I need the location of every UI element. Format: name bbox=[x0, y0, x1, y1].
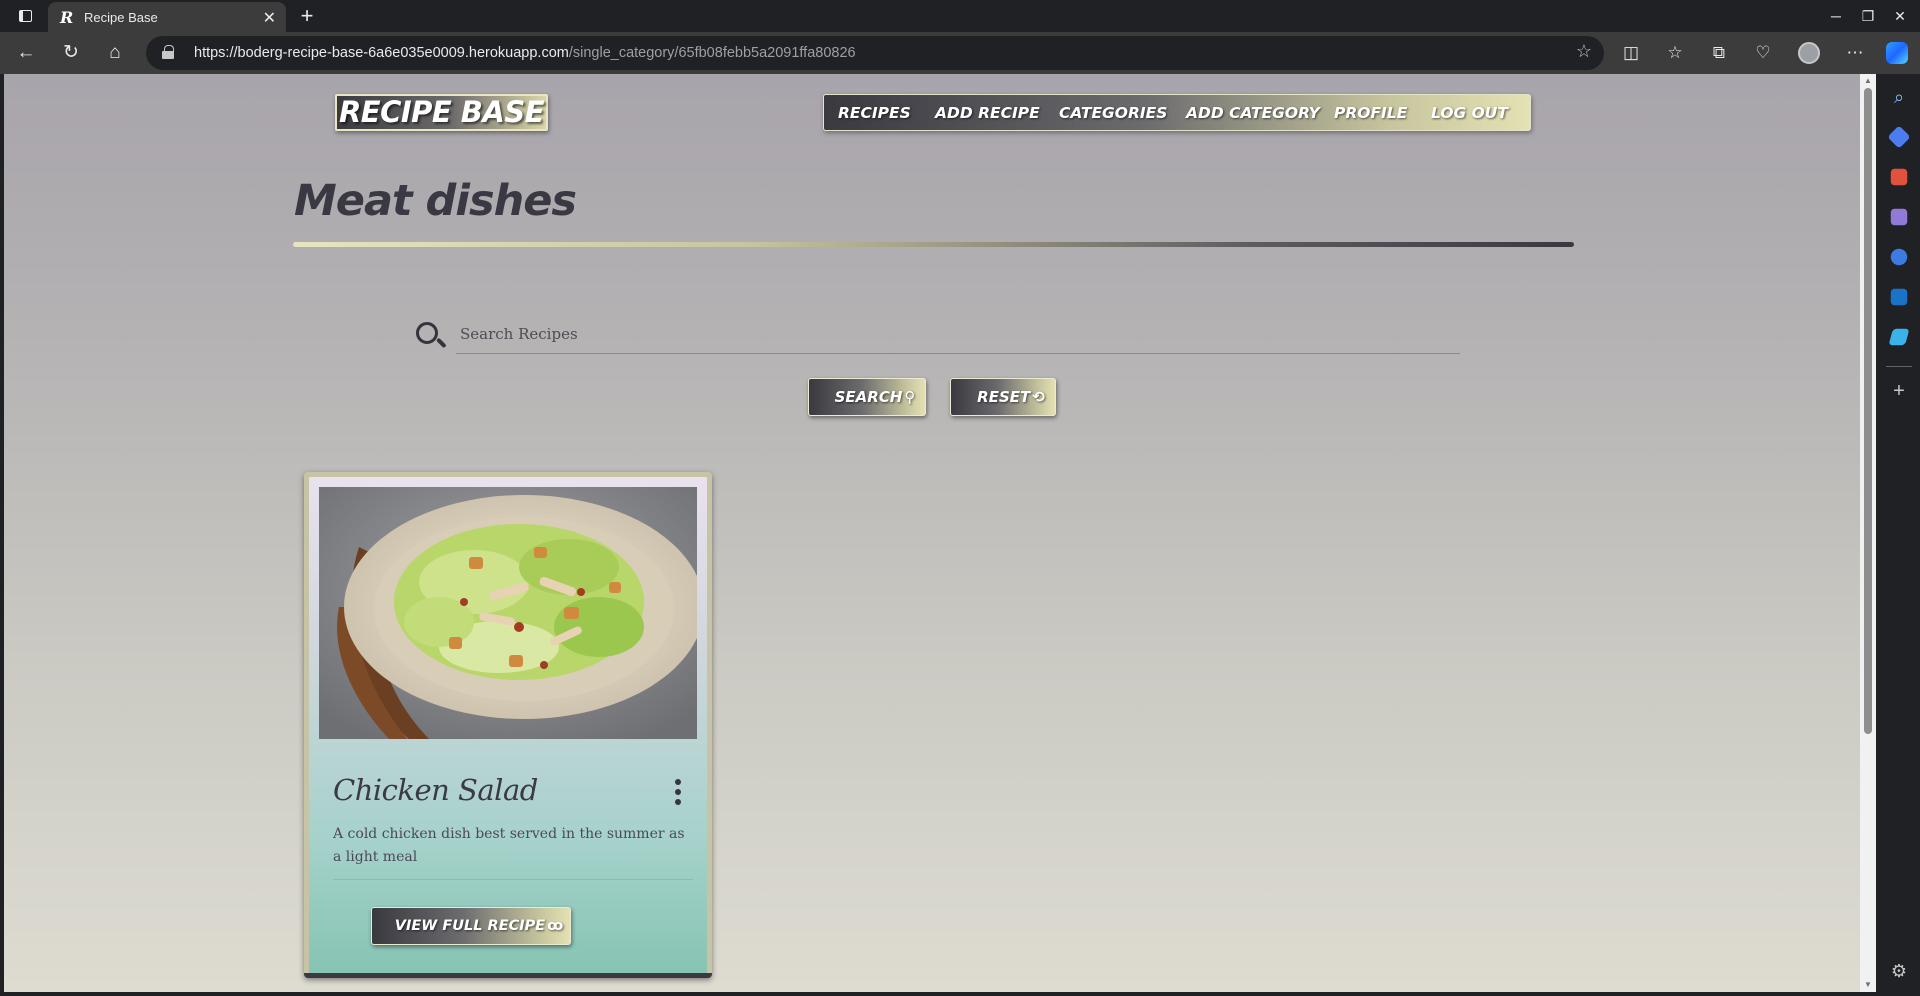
page-title: Meat dishes bbox=[294, 176, 577, 226]
home-icon[interactable]: ⌂ bbox=[101, 40, 129, 66]
copilot-icon[interactable] bbox=[1886, 42, 1908, 64]
scrollbar-thumb[interactable] bbox=[1864, 88, 1872, 734]
main-nav: RECIPES ADD RECIPE CATEGORIES ADD CATEGO… bbox=[823, 94, 1531, 131]
url-host: https://boderg-recipe-base-6a6e035e0009.… bbox=[194, 45, 569, 61]
drop-icon[interactable] bbox=[1888, 328, 1910, 346]
add-sidebar-app-icon[interactable]: + bbox=[1888, 380, 1910, 402]
edge-sidebar: ⌕ + ⚙ bbox=[1878, 74, 1920, 996]
nav-recipes[interactable]: RECIPES bbox=[838, 104, 911, 122]
tab-actions-button[interactable] bbox=[12, 6, 38, 26]
search-button[interactable]: SEARCH ⚲ bbox=[808, 378, 926, 416]
reset-button[interactable]: RESET ⟲ bbox=[950, 378, 1056, 416]
salad-photo bbox=[319, 487, 697, 739]
search-input[interactable] bbox=[456, 314, 1460, 354]
tools-icon[interactable] bbox=[1890, 168, 1908, 186]
browser-toolbar: ← ↻ ⌂ https://boderg-recipe-base-6a6e035… bbox=[0, 32, 1920, 74]
close-window-button[interactable]: ✕ bbox=[1882, 4, 1918, 28]
games-icon[interactable] bbox=[1890, 208, 1908, 226]
tab-title: Recipe Base bbox=[84, 10, 158, 25]
nav-add-category[interactable]: ADD CATEGORY bbox=[1186, 104, 1320, 122]
browser-tab[interactable]: R Recipe Base ✕ bbox=[48, 2, 286, 32]
search-icon bbox=[416, 322, 447, 352]
microsoft-365-icon[interactable] bbox=[1890, 248, 1908, 266]
view-full-recipe-button[interactable]: VIEW FULL RECIPE ꝏ bbox=[371, 907, 571, 945]
recipe-card: Chicken Salad A cold chicken dish best s… bbox=[304, 472, 712, 978]
minimize-button[interactable]: ─ bbox=[1818, 4, 1854, 28]
card-menu-icon[interactable] bbox=[671, 779, 685, 805]
profile-avatar[interactable] bbox=[1798, 42, 1820, 64]
recipe-description: A cold chicken dish best served in the s… bbox=[333, 826, 685, 865]
split-screen-icon[interactable]: ◫ bbox=[1617, 40, 1645, 66]
sidebar-settings-icon[interactable]: ⚙ bbox=[1888, 960, 1910, 982]
url-path: /single_category/65fb08febb5a2091ffa8082… bbox=[568, 45, 856, 61]
back-icon[interactable]: ← bbox=[12, 40, 40, 66]
refresh-icon[interactable]: ↻ bbox=[57, 40, 85, 66]
nav-add-recipe[interactable]: ADD RECIPE bbox=[935, 104, 1040, 122]
site-logo[interactable]: RECIPE BASE bbox=[335, 94, 548, 131]
search-button-icon: ⚲ bbox=[904, 388, 916, 406]
tab-close-icon[interactable]: ✕ bbox=[263, 8, 276, 28]
page-viewport: RECIPE BASE RECIPES ADD RECIPE CATEGORIE… bbox=[4, 74, 1860, 992]
shopping-tag-icon[interactable] bbox=[1887, 125, 1911, 149]
title-divider bbox=[293, 242, 1574, 247]
scroll-down-icon[interactable]: ▼ bbox=[1863, 980, 1873, 990]
nav-categories[interactable]: CATEGORIES bbox=[1059, 104, 1167, 122]
browser-tab-bar: R Recipe Base ✕ + ─ ❐ ✕ bbox=[0, 0, 1920, 32]
reset-button-icon: ⟲ bbox=[1032, 388, 1045, 406]
new-tab-button[interactable]: + bbox=[294, 3, 320, 29]
nav-profile[interactable]: PROFILE bbox=[1334, 104, 1407, 122]
restore-button[interactable]: ❐ bbox=[1850, 4, 1886, 28]
lock-icon[interactable] bbox=[162, 45, 174, 59]
scroll-up-icon[interactable]: ▲ bbox=[1863, 76, 1873, 86]
outlook-icon[interactable] bbox=[1890, 288, 1908, 306]
browser-essentials-icon[interactable]: ♡ bbox=[1749, 40, 1777, 66]
nav-log-out[interactable]: LOG OUT bbox=[1431, 104, 1508, 122]
sidebar-divider bbox=[1886, 366, 1912, 367]
recipe-image bbox=[319, 487, 697, 739]
glasses-icon: ꝏ bbox=[547, 918, 564, 934]
site-favicon: R bbox=[60, 8, 74, 27]
reset-button-label: RESET bbox=[977, 388, 1031, 406]
view-full-recipe-label: VIEW FULL RECIPE bbox=[394, 918, 546, 934]
recipe-title[interactable]: Chicken Salad bbox=[333, 773, 538, 807]
page-scrollbar[interactable]: ▲ ▼ bbox=[1860, 74, 1876, 992]
favorites-icon[interactable]: ☆ bbox=[1661, 40, 1689, 66]
card-divider bbox=[333, 879, 693, 880]
address-bar[interactable]: https://boderg-recipe-base-6a6e035e0009.… bbox=[146, 36, 1604, 70]
url-text[interactable]: https://boderg-recipe-base-6a6e035e0009.… bbox=[194, 45, 856, 61]
search-button-label: SEARCH bbox=[834, 388, 903, 406]
collections-icon[interactable]: ⧉ bbox=[1705, 40, 1733, 66]
search-sidebar-icon[interactable]: ⌕ bbox=[1888, 86, 1910, 108]
favorite-star-icon[interactable]: ☆ bbox=[1576, 41, 1592, 62]
more-options-icon[interactable]: ⋯ bbox=[1841, 40, 1869, 66]
